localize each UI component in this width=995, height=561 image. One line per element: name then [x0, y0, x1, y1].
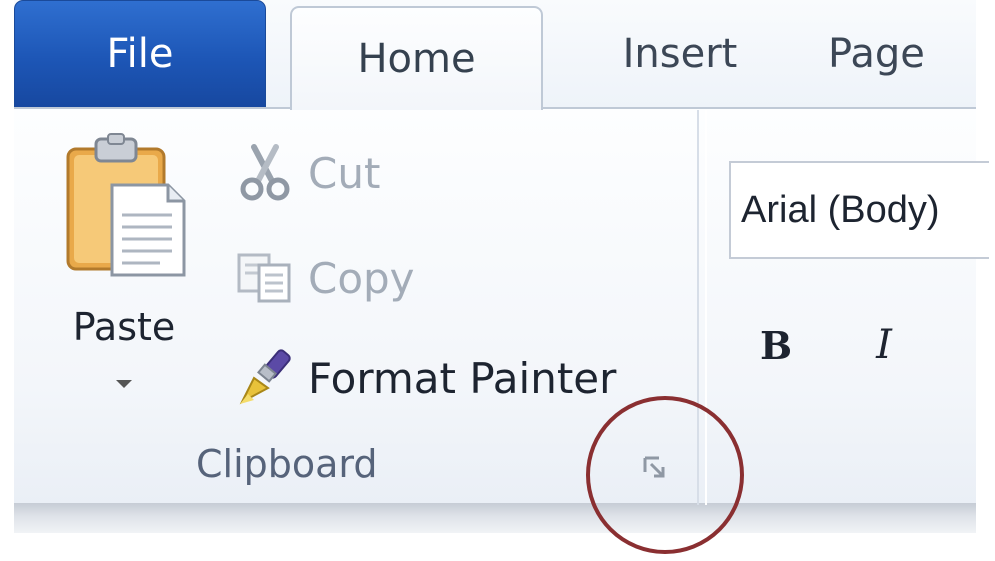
ribbon-bottom-edge [14, 503, 976, 533]
cut-label: Cut [308, 148, 381, 198]
italic-icon: I [876, 322, 892, 368]
tab-page-layout[interactable]: Page [828, 0, 976, 108]
annotation-circle [586, 396, 744, 554]
tab-insert[interactable]: Insert [565, 0, 795, 108]
font-name-value: Arial (Body) [741, 188, 940, 231]
clipboard-paste-icon [66, 133, 186, 277]
tab-file[interactable]: File [14, 0, 266, 108]
format-painter-button[interactable]: Format Painter [234, 348, 616, 408]
scissors-icon [234, 143, 296, 203]
copy-icon [234, 248, 296, 308]
copy-label: Copy [308, 253, 415, 303]
copy-button[interactable]: Copy [234, 248, 415, 308]
clipboard-group-label: Clipboard [196, 442, 378, 486]
tab-home-label: Home [357, 36, 476, 82]
font-name-combobox[interactable]: Arial (Body) [729, 161, 989, 259]
italic-button[interactable]: I [860, 320, 908, 370]
format-painter-label: Format Painter [308, 353, 617, 403]
tab-page-layout-label: Page [828, 31, 925, 77]
bold-button[interactable]: B [752, 320, 800, 370]
tab-insert-label: Insert [622, 31, 738, 77]
bold-icon: B [759, 322, 793, 368]
cut-button[interactable]: Cut [234, 143, 380, 203]
tab-home[interactable]: Home [290, 6, 543, 110]
tab-file-label: File [106, 31, 174, 77]
paste-label: Paste [72, 305, 176, 349]
paintbrush-icon [234, 348, 296, 408]
caret-down-icon[interactable] [116, 380, 132, 388]
